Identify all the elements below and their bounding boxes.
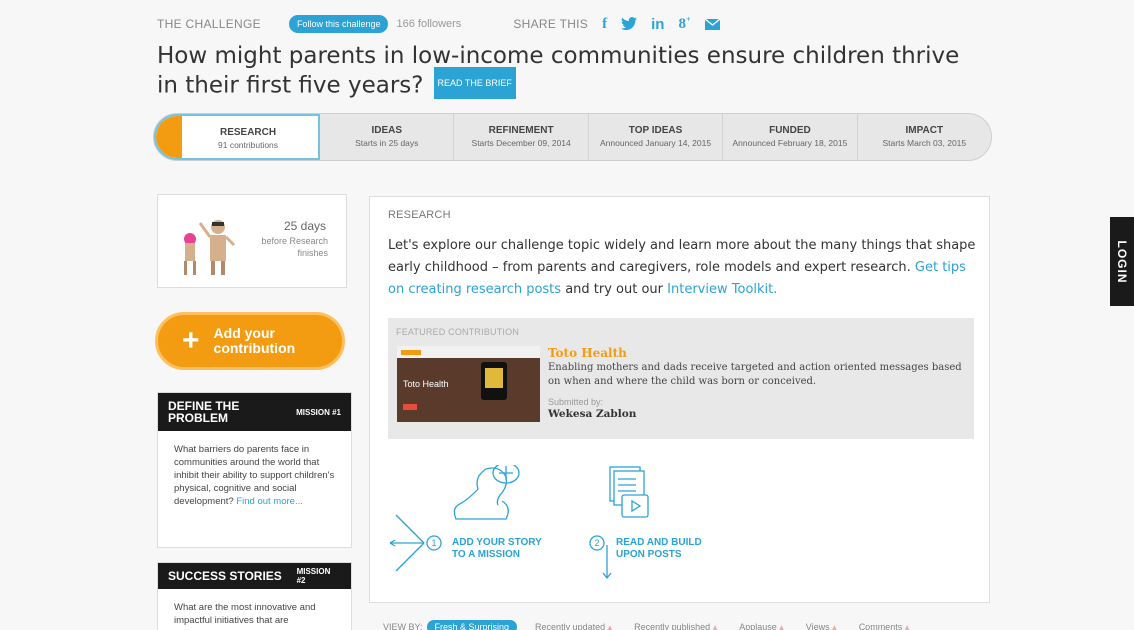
mission-number: MISSION #2 <box>296 567 331 585</box>
featured-description: Enabling mothers and dads receive target… <box>548 362 962 387</box>
phase-subtitle: Starts in 25 days <box>355 138 419 148</box>
followers-count: 166 followers <box>396 18 462 30</box>
mission-body: What are the most innovative and impactf… <box>158 589 351 630</box>
phase-funded[interactable]: FUNDED Announced February 18, 2015 <box>723 114 858 160</box>
phase-subtitle: 91 contributions <box>218 140 279 150</box>
mission-body: What barriers do parents face in communi… <box>158 431 351 520</box>
phase-title: TOP IDEAS <box>628 125 683 136</box>
read-brief-button[interactable]: READ THE BRIEF <box>433 67 516 99</box>
phase-title: FUNDED <box>769 125 811 136</box>
view-by-bar: VIEW BY: Fresh & Surprising Recently upd… <box>383 620 931 630</box>
phase-title: RESEARCH <box>219 127 277 138</box>
thumbnail-logo <box>401 350 421 355</box>
share-label: SHARE THIS <box>513 17 589 31</box>
featured-thumbnail[interactable]: Toto Health <box>397 346 540 422</box>
add-contribution-line2: contribution <box>213 340 296 356</box>
countdown-card: 25 days before Research finishes <box>157 194 347 288</box>
challenge-title: How might parents in low-income communit… <box>157 42 987 102</box>
step-1-label: ADD YOUR STORY TO A MISSION <box>452 537 542 561</box>
mission-header: SUCCESS STORIES MISSION #2 <box>158 563 351 589</box>
twitter-icon[interactable] <box>621 17 638 31</box>
featured-contribution[interactable]: FEATURED CONTRIBUTION Toto Health Toto H… <box>388 318 974 439</box>
view-by-label: VIEW BY: <box>383 622 423 630</box>
phase-subtitle: Starts March 03, 2015 <box>882 138 967 148</box>
find-out-more-link[interactable]: Find out more... <box>236 496 303 507</box>
facebook-icon[interactable]: f <box>602 16 607 33</box>
intro-mid-text: and try out our <box>565 282 664 297</box>
submitted-by-label: Submitted by: <box>548 397 604 407</box>
mission-title: SUCCESS STORIES <box>168 569 282 583</box>
mission-description: What are the most innovative and impactf… <box>174 602 316 626</box>
interview-toolkit-link[interactable]: Interview Toolkit. <box>667 282 777 297</box>
mission-header: DEFINE THE PROBLEM MISSION #1 <box>158 393 351 431</box>
step-2-line2: UPON POSTS <box>616 549 682 560</box>
phase-subtitle: Starts December 09, 2014 <box>471 138 571 148</box>
challenge-label: THE CHALLENGE <box>157 17 261 31</box>
featured-title[interactable]: Toto Health <box>548 346 627 360</box>
view-by-active[interactable]: Fresh & Surprising <box>426 620 518 630</box>
login-label: LOGIN <box>1115 240 1129 283</box>
page: THE CHALLENGE Follow this challenge 166 … <box>0 0 1134 630</box>
step-2-line1: READ AND BUILD <box>616 537 702 548</box>
phase-title: REFINEMENT <box>488 125 554 136</box>
add-contribution-line1: Add your <box>213 325 275 341</box>
thumbnail-button <box>403 404 417 410</box>
step-1-number: 1 <box>431 538 436 548</box>
challenge-header: THE CHALLENGE Follow this challenge 166 … <box>157 12 720 36</box>
phase-top-ideas[interactable]: TOP IDEAS Announced January 14, 2015 <box>589 114 724 160</box>
googleplus-icon[interactable]: 8+ <box>678 15 690 33</box>
view-by-option[interactable]: Views <box>806 622 837 630</box>
phone-screen <box>485 368 503 388</box>
mission-card-2[interactable]: SUCCESS STORIES MISSION #2 What are the … <box>157 562 352 630</box>
family-illustration-icon <box>184 220 236 275</box>
step-1-line2: TO A MISSION <box>452 549 520 560</box>
countdown-days: 25 days <box>283 219 326 233</box>
panel-heading: RESEARCH <box>388 209 451 221</box>
phase-bar: RESEARCH 91 contributions IDEAS Starts i… <box>153 113 992 161</box>
phase-ideas[interactable]: IDEAS Starts in 25 days <box>320 114 455 160</box>
steps-illustration-icon: 1 2 <box>389 465 649 580</box>
mission-number: MISSION #1 <box>296 407 341 417</box>
login-tab[interactable]: LOGIN <box>1110 217 1134 306</box>
step-1-line1: ADD YOUR STORY <box>452 537 542 548</box>
countdown-label: before Research finishes <box>261 236 328 258</box>
mission-card-1[interactable]: DEFINE THE PROBLEM MISSION #1 What barri… <box>157 392 352 548</box>
featured-label: FEATURED CONTRIBUTION <box>396 327 520 337</box>
email-icon[interactable] <box>704 18 720 30</box>
phase-title: IDEAS <box>371 125 403 136</box>
intro-text: Let's explore our challenge topic widely… <box>388 238 976 275</box>
panel-intro: Let's explore our challenge topic widely… <box>388 235 978 301</box>
mission-title: DEFINE THE PROBLEM <box>168 399 240 425</box>
step-2-number: 2 <box>594 538 599 548</box>
featured-author[interactable]: Wekesa Zablon <box>548 408 636 420</box>
challenge-title-text: How might parents in low-income communit… <box>157 43 960 99</box>
view-by-option[interactable]: Recently published <box>634 622 717 630</box>
add-contribution-button[interactable]: + Add your contribution <box>155 312 345 370</box>
research-panel: RESEARCH Let's explore our challenge top… <box>369 196 990 603</box>
view-by-option[interactable]: Applause <box>739 622 784 630</box>
plus-icon: + <box>182 324 200 357</box>
phase-subtitle: Announced January 14, 2015 <box>600 138 712 148</box>
thumbnail-label: Toto Health <box>403 379 449 389</box>
phase-research[interactable]: RESEARCH 91 contributions <box>154 114 321 160</box>
view-by-option[interactable]: Recently updated <box>535 622 612 630</box>
how-to-steps: 1 2 ADD YOUR STORY TO A MISSION READ AND… <box>388 465 738 590</box>
phase-impact[interactable]: IMPACT Starts March 03, 2015 <box>858 114 991 160</box>
follow-button[interactable]: Follow this challenge <box>288 15 389 33</box>
phase-refinement[interactable]: REFINEMENT Starts December 09, 2014 <box>454 114 589 160</box>
phase-title: IMPACT <box>905 125 944 136</box>
phase-subtitle: Announced February 18, 2015 <box>732 138 848 148</box>
view-by-option[interactable]: Comments <box>859 622 910 630</box>
step-2-label: READ AND BUILD UPON POSTS <box>616 537 702 561</box>
linkedin-icon[interactable]: in <box>651 16 664 33</box>
